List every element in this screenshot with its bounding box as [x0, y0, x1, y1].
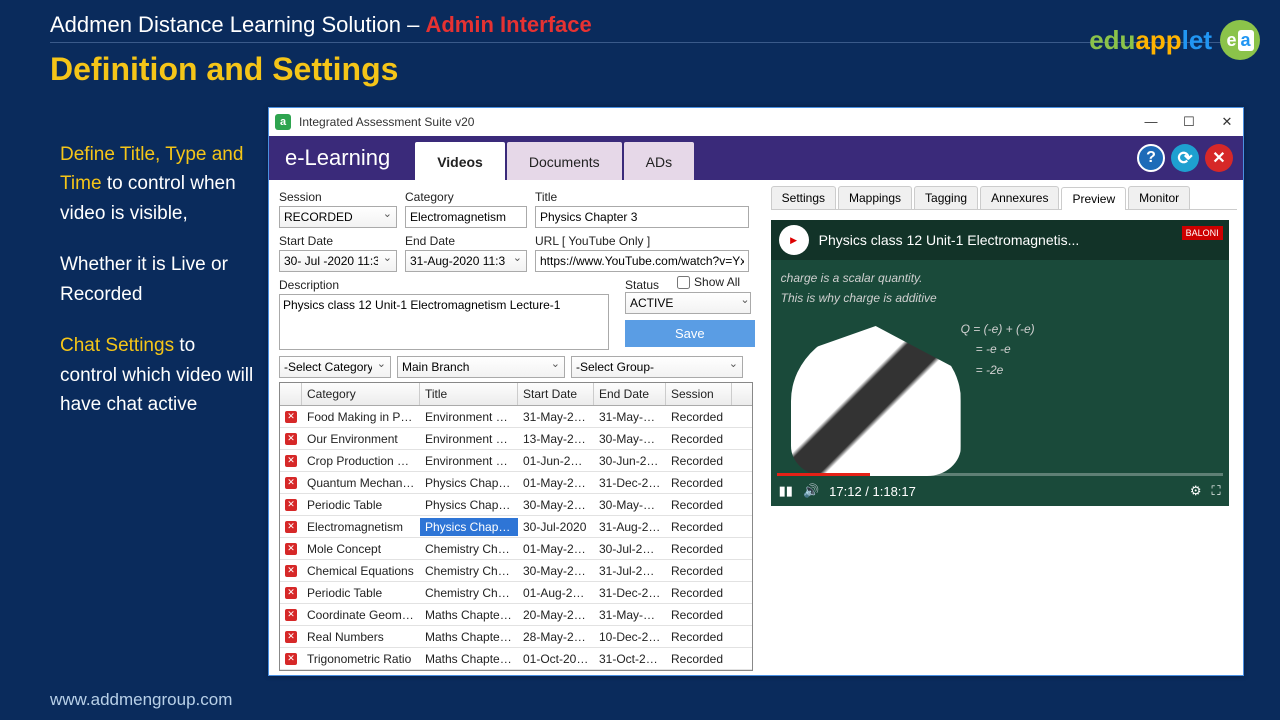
rtab-annexures[interactable]: Annexures [980, 186, 1059, 209]
session-select[interactable] [279, 206, 397, 228]
window-title: Integrated Assessment Suite v20 [299, 115, 474, 129]
settings-icon[interactable]: ⚙ [1190, 483, 1202, 499]
filter-category-select[interactable] [279, 356, 391, 378]
app-window: a Integrated Assessment Suite v20 — ☐ ✕ … [268, 107, 1244, 676]
form-pane: Session Category Title Start Date [269, 180, 765, 675]
status-label: Status [625, 278, 659, 292]
logo-p1: edu [1089, 25, 1135, 55]
header-prefix: Addmen Distance Learning Solution – [50, 12, 425, 37]
rtab-tagging[interactable]: Tagging [914, 186, 978, 209]
rtab-settings[interactable]: Settings [771, 186, 836, 209]
description-input[interactable]: Physics class 12 Unit-1 Electromagnetism… [279, 294, 609, 350]
delete-icon[interactable]: ✕ [285, 653, 297, 665]
col-title[interactable]: Title [420, 383, 518, 405]
header-title: Addmen Distance Learning Solution – Admi… [50, 12, 1230, 38]
volume-icon[interactable]: 🔊 [803, 483, 819, 499]
table-row[interactable]: ✕Mole ConceptChemistry Chapt...01-May-20… [280, 538, 752, 560]
filter-branch-select[interactable] [397, 356, 565, 378]
table-row[interactable]: ✕Coordinate GeometryMaths Chapter 120-Ma… [280, 604, 752, 626]
delete-icon[interactable]: ✕ [285, 411, 297, 423]
tab-ads[interactable]: ADs [624, 142, 694, 180]
session-label: Session [279, 190, 397, 204]
table-row[interactable]: ✕Our EnvironmentEnvironment Cha...13-May… [280, 428, 752, 450]
delete-icon[interactable]: ✕ [285, 587, 297, 599]
fullscreen-icon[interactable]: ⛶ [1212, 483, 1221, 499]
sidebar-l2: Whether it is Live or Recorded [60, 250, 255, 309]
logo-badge: ea [1220, 20, 1260, 60]
category-label: Category [405, 190, 527, 204]
col-end[interactable]: End Date [594, 383, 666, 405]
video-title: Physics class 12 Unit-1 Electromagnetis.… [819, 232, 1080, 248]
status-select[interactable] [625, 292, 751, 314]
pause-icon[interactable]: ▮▮ [779, 483, 793, 499]
minimize-button[interactable]: — [1141, 114, 1161, 130]
page-heading: Definition and Settings [0, 47, 1280, 98]
maximize-button[interactable]: ☐ [1179, 114, 1199, 130]
tab-videos[interactable]: Videos [415, 142, 505, 180]
app-icon: a [275, 114, 291, 130]
table-row[interactable]: ✕Chemical EquationsChemistry Chapt...30-… [280, 560, 752, 582]
logo-p3: let [1182, 25, 1212, 55]
sidebar-description: Define Title, Type and Time to control w… [60, 140, 255, 420]
showall-checkbox[interactable] [677, 276, 690, 289]
rtab-mappings[interactable]: Mappings [838, 186, 912, 209]
url-label: URL [ YouTube Only ] [535, 234, 755, 248]
video-brand: BALONI [1182, 226, 1223, 240]
delete-icon[interactable]: ✕ [285, 521, 297, 533]
delete-icon[interactable]: ✕ [285, 565, 297, 577]
video-grid: Category Title Start Date End Date Sessi… [279, 382, 753, 671]
table-row[interactable]: ✕Trigonometric RatioMaths Chapter 301-Oc… [280, 648, 752, 670]
table-row[interactable]: ✕Periodic TablePhysics Chapter 230-May-2… [280, 494, 752, 516]
footer-url: www.addmengroup.com [50, 690, 232, 710]
delete-icon[interactable]: ✕ [285, 543, 297, 555]
filter-group-select[interactable] [571, 356, 743, 378]
table-row[interactable]: ✕Crop Production & MgmtEnvironment Cha..… [280, 450, 752, 472]
start-date-input[interactable] [279, 250, 397, 272]
col-category[interactable]: Category [302, 383, 420, 405]
refresh-icon[interactable]: ⟳ [1171, 144, 1199, 172]
table-row[interactable]: ✕Periodic TableChemistry Chapt...01-Aug-… [280, 582, 752, 604]
right-pane: Settings Mappings Tagging Annexures Prev… [765, 180, 1243, 675]
showall-label: Show All [694, 275, 740, 289]
logo: eduapplet ea [1089, 20, 1260, 60]
video-time: 17:12 / 1:18:17 [829, 484, 916, 499]
delete-icon[interactable]: ✕ [285, 609, 297, 621]
col-session[interactable]: Session [666, 383, 732, 405]
delete-icon[interactable]: ✕ [285, 477, 297, 489]
table-row[interactable]: ✕Real NumbersMaths Chapter 228-May-20201… [280, 626, 752, 648]
start-label: Start Date [279, 234, 397, 248]
title-input[interactable] [535, 206, 749, 228]
video-player[interactable]: ▶ Physics class 12 Unit-1 Electromagneti… [771, 220, 1229, 506]
category-input[interactable] [405, 206, 527, 228]
save-button[interactable]: Save [625, 320, 755, 347]
module-brand: e-Learning [285, 145, 390, 171]
channel-icon: ▶ [779, 225, 809, 255]
delete-icon[interactable]: ✕ [285, 433, 297, 445]
table-row[interactable]: ✕Food Making in PlantsEnvironment Cha...… [280, 406, 752, 428]
close-button[interactable]: ✕ [1217, 114, 1237, 130]
table-row[interactable]: ✕ElectromagnetismPhysics Chapter 330-Jul… [280, 516, 752, 538]
help-icon[interactable]: ? [1137, 144, 1165, 172]
table-row[interactable]: ✕Quantum MechanicsPhysics Chapter 101-Ma… [280, 472, 752, 494]
end-label: End Date [405, 234, 527, 248]
rtab-preview[interactable]: Preview [1061, 187, 1126, 210]
delete-icon[interactable]: ✕ [285, 631, 297, 643]
header-admin: Admin Interface [425, 12, 591, 37]
col-start[interactable]: Start Date [518, 383, 594, 405]
rtab-monitor[interactable]: Monitor [1128, 186, 1190, 209]
delete-icon[interactable]: ✕ [285, 455, 297, 467]
url-input[interactable] [535, 250, 749, 272]
close-icon[interactable]: ✕ [1205, 144, 1233, 172]
logo-p2: app [1135, 25, 1181, 55]
desc-label: Description [279, 278, 609, 292]
end-date-input[interactable] [405, 250, 527, 272]
delete-icon[interactable]: ✕ [285, 499, 297, 511]
sidebar-l3a: Chat Settings [60, 335, 174, 356]
tab-documents[interactable]: Documents [507, 142, 622, 180]
title-label: Title [535, 190, 755, 204]
